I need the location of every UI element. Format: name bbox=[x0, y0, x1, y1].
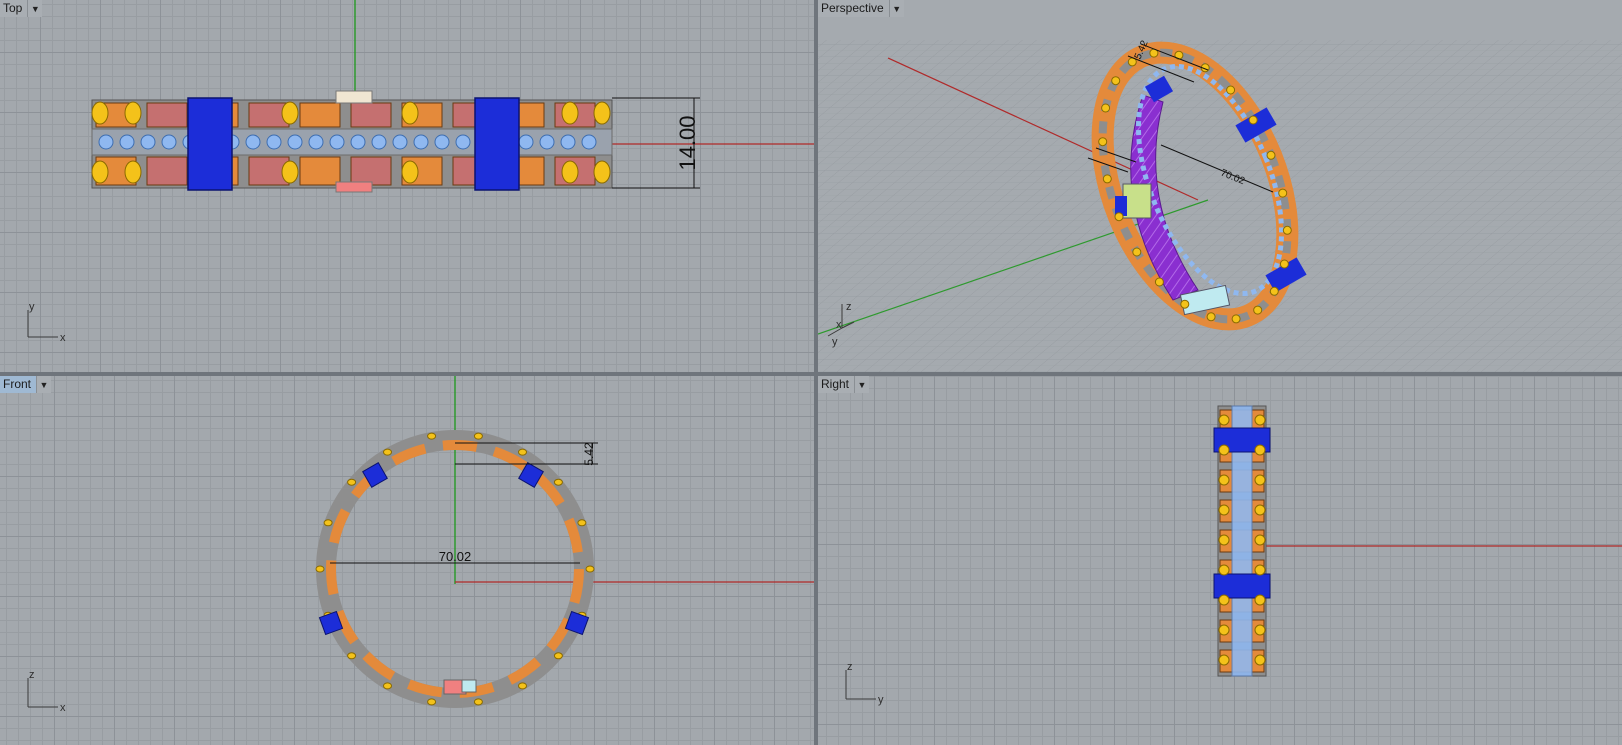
viewport-top[interactable]: Top ▼ 14.00 y x bbox=[0, 0, 814, 372]
front-view-canvas: 5.42 70.02 z x bbox=[27, 376, 814, 714]
viewport-front[interactable]: Front ▼ 5.42 70.02 z x bbox=[0, 376, 814, 745]
axis-triad bbox=[27, 678, 58, 708]
viewport-title: Front bbox=[0, 376, 37, 393]
clamp-block bbox=[1213, 573, 1271, 599]
dropdown-arrow-icon[interactable]: ▼ bbox=[27, 0, 43, 17]
axis-triad bbox=[845, 670, 876, 700]
axis-label-v: z bbox=[29, 669, 35, 681]
right-view-canvas: z y bbox=[845, 405, 1622, 706]
perspective-view-canvas: 5.42 70.02 z x y bbox=[818, 39, 1622, 372]
viewport-title: Top bbox=[0, 0, 28, 17]
viewport-right[interactable]: Right ▼ z y bbox=[818, 376, 1622, 745]
viewport-label-right[interactable]: Right ▼ bbox=[818, 376, 870, 393]
axis-triad bbox=[27, 310, 58, 338]
viewport-title: Right bbox=[818, 376, 855, 393]
viewport-label-front[interactable]: Front ▼ bbox=[0, 376, 52, 393]
clamp-block bbox=[187, 97, 233, 191]
axis-label-v: z bbox=[847, 661, 853, 673]
dimension-label-height: 5.42 bbox=[582, 442, 596, 466]
clamp-block bbox=[474, 97, 520, 191]
dimension-label: 14.00 bbox=[675, 115, 700, 170]
axis-label-h: y bbox=[878, 694, 884, 706]
ring-top-model bbox=[91, 90, 613, 193]
dimension-label-diameter: 70.02 bbox=[439, 549, 472, 564]
viewport-label-top[interactable]: Top ▼ bbox=[0, 0, 43, 17]
top-view-canvas: 14.00 y x bbox=[27, 0, 814, 344]
axis-label-h: x bbox=[60, 702, 66, 714]
dropdown-arrow-icon[interactable]: ▼ bbox=[36, 376, 52, 393]
dropdown-arrow-icon[interactable]: ▼ bbox=[888, 0, 904, 17]
axis-label-v: y bbox=[29, 301, 35, 313]
axis-label-y: y bbox=[832, 336, 838, 348]
ring-right-model bbox=[1213, 405, 1271, 677]
viewport-title: Perspective bbox=[818, 0, 889, 17]
axis-label-x: x bbox=[836, 319, 842, 331]
viewport-perspective[interactable]: Perspective ▼ 5.42 70.02 z x y bbox=[818, 0, 1622, 372]
axis-label-z: z bbox=[846, 301, 852, 313]
dropdown-arrow-icon[interactable]: ▼ bbox=[854, 376, 870, 393]
viewport-label-perspective[interactable]: Perspective ▼ bbox=[818, 0, 904, 17]
axis-label-h: x bbox=[60, 332, 66, 344]
